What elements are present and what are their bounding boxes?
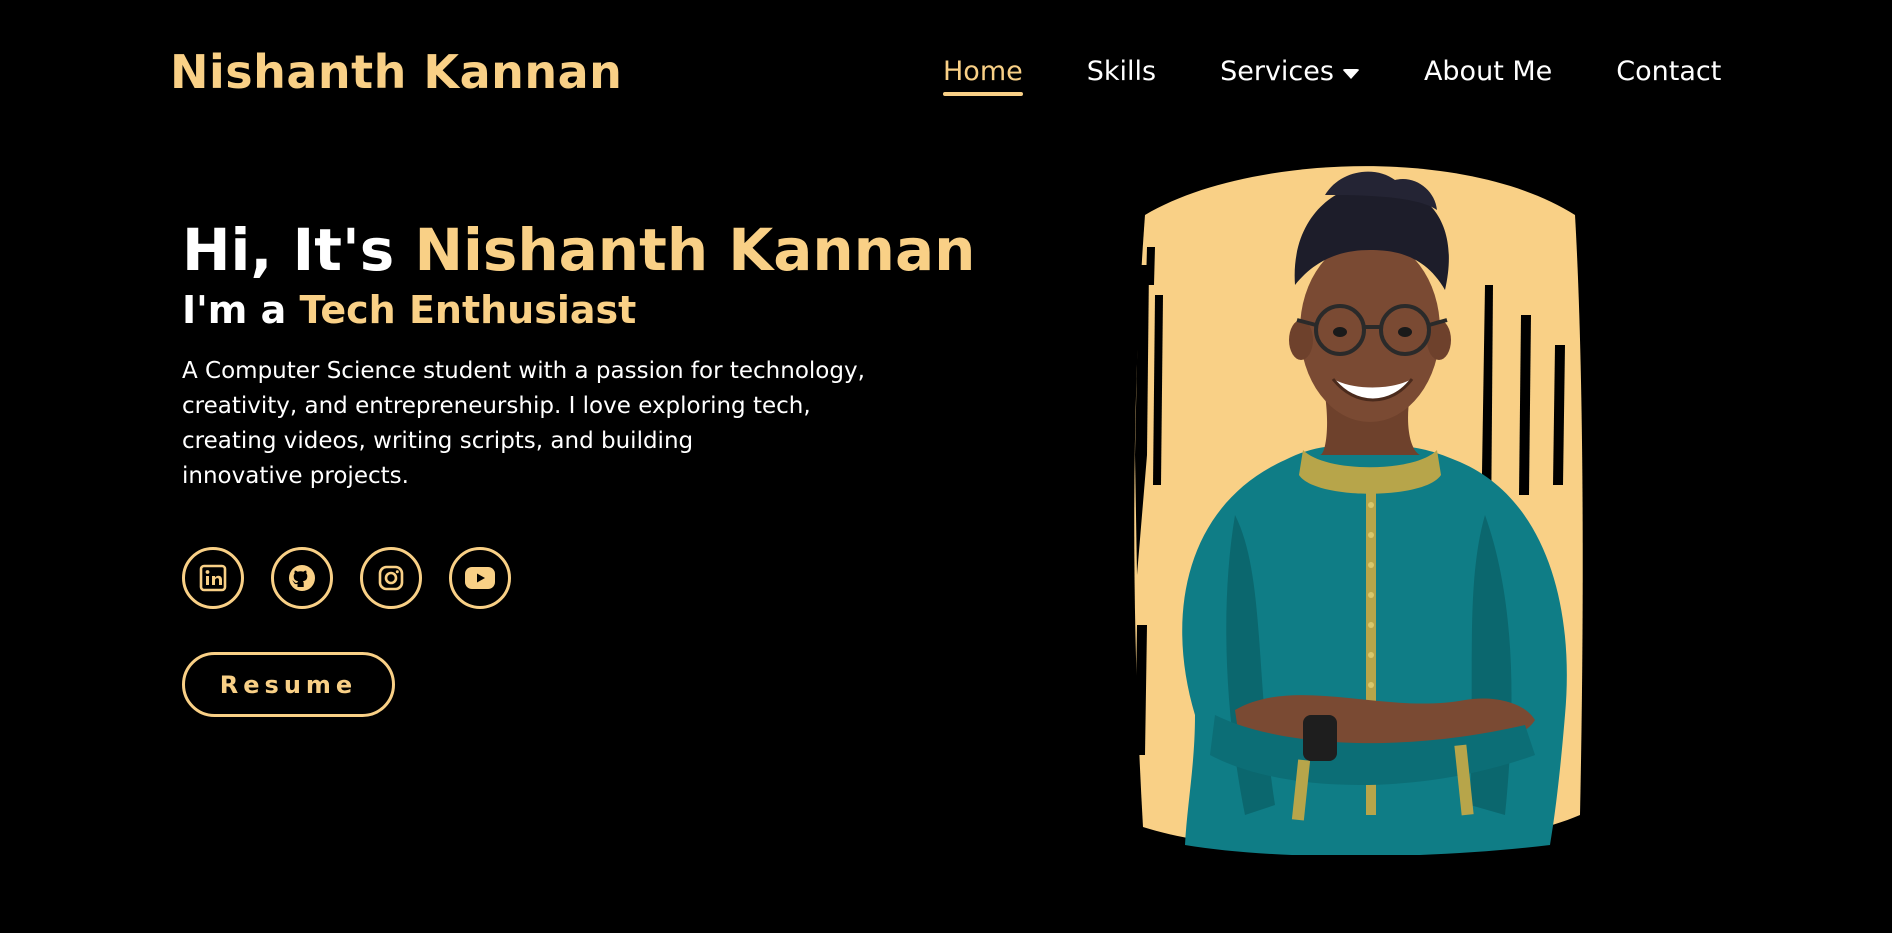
brand-logo-text[interactable]: Nishanth Kannan xyxy=(170,42,622,102)
instagram-link[interactable] xyxy=(360,547,422,609)
role-text: Tech Enthusiast xyxy=(299,288,637,332)
hero-role: I'm a Tech Enthusiast xyxy=(182,286,942,334)
youtube-link[interactable] xyxy=(449,547,511,609)
hero-section: Hi, It's Nishanth Kannan I'm a Tech Enth… xyxy=(182,214,975,494)
github-icon xyxy=(289,565,315,591)
nav-skills-label: Skills xyxy=(1086,56,1157,87)
nav-services-label: Services xyxy=(1220,56,1334,87)
nav-services-dropdown[interactable]: Services xyxy=(1220,52,1360,92)
social-links xyxy=(182,547,538,609)
nav-skills[interactable]: Skills xyxy=(1087,52,1156,92)
nav-home-label: Home xyxy=(943,56,1023,87)
linkedin-link[interactable] xyxy=(182,547,244,609)
page: Nishanth Kannan Home Skills Services Abo… xyxy=(0,0,1892,933)
bio-line: creating videos, writing scripts, and bu… xyxy=(182,428,694,454)
nav-home[interactable]: Home xyxy=(943,52,1023,96)
nav-contact[interactable]: Contact xyxy=(1616,52,1721,92)
nav-contact-label: Contact xyxy=(1616,56,1722,87)
youtube-icon xyxy=(465,567,495,589)
nav-about-me[interactable]: About Me xyxy=(1424,52,1552,92)
bio-line: A Computer Science student with a passio… xyxy=(182,358,865,384)
role-prefix: I'm a xyxy=(182,288,287,332)
hero-bio: A Computer Science student with a passio… xyxy=(182,354,902,494)
caret-down-icon xyxy=(1341,69,1360,79)
hero-greeting: Hi, It's Nishanth Kannan xyxy=(182,214,975,286)
greeting-prefix: Hi, It's xyxy=(182,216,395,284)
bio-line: innovative projects. xyxy=(182,463,409,489)
main-nav: Home Skills Services About Me Contact xyxy=(943,52,1721,96)
instagram-icon xyxy=(378,565,404,591)
profile-photo xyxy=(1125,155,1595,855)
linkedin-icon xyxy=(199,564,227,592)
portrait-illustration xyxy=(1134,166,1583,855)
greeting-name: Nishanth Kannan xyxy=(414,216,976,284)
resume-button[interactable]: Resume xyxy=(182,652,395,717)
bio-line: creativity, and entrepreneurship. I love… xyxy=(182,393,811,419)
github-link[interactable] xyxy=(271,547,333,609)
nav-about-label: About Me xyxy=(1423,56,1553,87)
